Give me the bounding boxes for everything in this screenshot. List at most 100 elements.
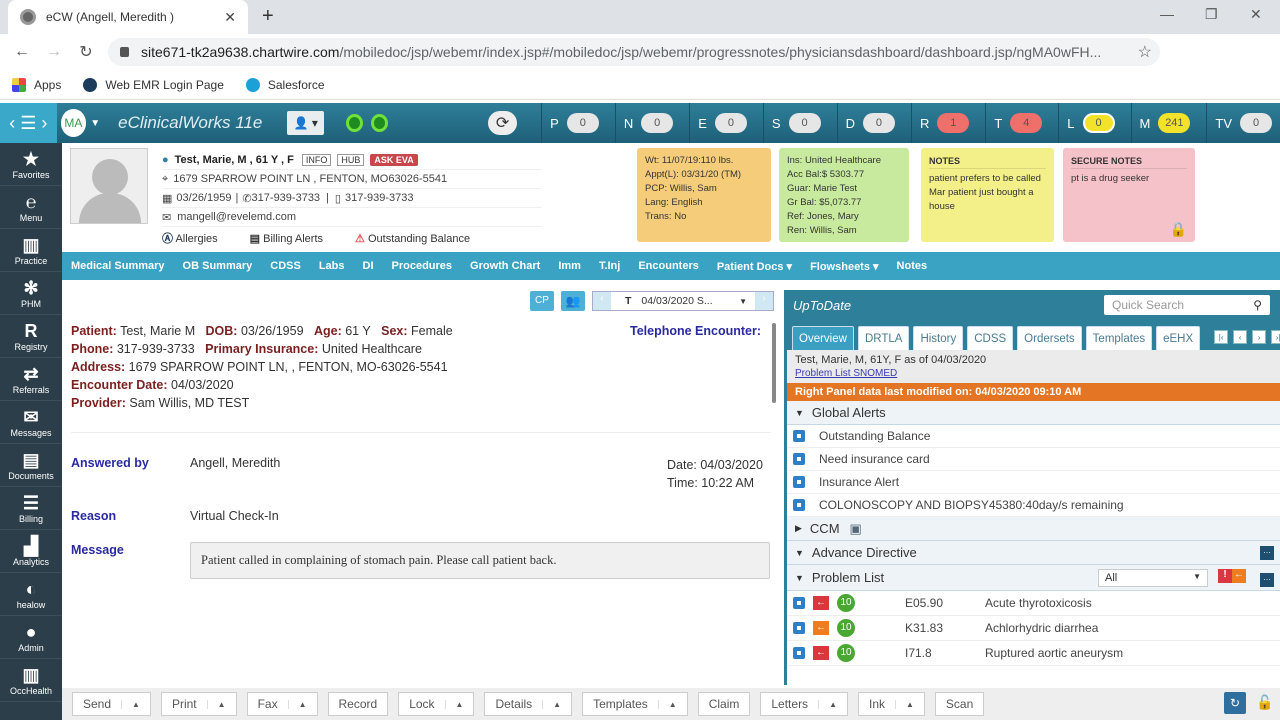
browser-tab[interactable]: eCW (Angell, Meredith ) ✕ bbox=[8, 0, 248, 34]
nav-di[interactable]: DI bbox=[363, 260, 374, 272]
caret-up-icon[interactable]: ▲ bbox=[895, 699, 924, 709]
caret-up-icon[interactable]: ▲ bbox=[542, 699, 571, 709]
arrow-left-icon[interactable]: ← bbox=[813, 621, 829, 635]
scan-button[interactable]: Scan bbox=[934, 692, 985, 716]
prev-encounter-icon[interactable]: ‹ bbox=[593, 292, 611, 310]
send-button[interactable]: Send ▲ bbox=[72, 692, 151, 716]
problem-row[interactable]: ← 10 E05.90 Acute thyrotoxicosis bbox=[787, 591, 1280, 616]
letters-button[interactable]: Letters ▲ bbox=[760, 692, 848, 716]
bookmark-salesforce[interactable]: Salesforce bbox=[245, 77, 325, 92]
caret-up-icon[interactable]: ▲ bbox=[206, 699, 236, 709]
last-icon[interactable]: ›| bbox=[1271, 330, 1280, 344]
bookmark-apps[interactable]: Apps bbox=[12, 77, 61, 92]
cp-button[interactable]: CP bbox=[530, 291, 554, 311]
arrow-left-icon[interactable]: ← bbox=[813, 646, 829, 660]
new-tab-icon[interactable]: + bbox=[262, 5, 274, 28]
ccm-header[interactable]: ▶ CCM ▣ bbox=[787, 517, 1280, 541]
sidebar-item-phm[interactable]: ✻ PHM bbox=[0, 272, 62, 315]
jellybean-tv[interactable]: TV 0 bbox=[1206, 103, 1280, 143]
expand-icon[interactable] bbox=[793, 622, 805, 634]
jellybean-e[interactable]: E0 bbox=[689, 103, 755, 143]
jellybean-m[interactable]: M 241 bbox=[1130, 103, 1199, 143]
hamburger-menu-icon[interactable]: ‹ ☰ › bbox=[0, 103, 57, 143]
more-icon[interactable]: … bbox=[1260, 545, 1274, 560]
tab-overview[interactable]: Overview bbox=[792, 326, 854, 350]
sidebar-item-analytics[interactable]: ▟ Analytics bbox=[0, 530, 62, 573]
caret-up-icon[interactable]: ▲ bbox=[287, 699, 317, 709]
tab-drtla[interactable]: DRTLA bbox=[857, 326, 910, 350]
nav-t-inj[interactable]: T.Inj bbox=[599, 260, 620, 272]
arrow-left-icon[interactable]: ← bbox=[813, 596, 829, 610]
nav-patient-docs[interactable]: Patient Docs ▾ bbox=[717, 260, 792, 273]
next-icon[interactable]: › bbox=[1252, 330, 1267, 344]
tab-ordersets[interactable]: Ordersets bbox=[1017, 326, 1082, 350]
sidebar-item-practice[interactable]: ▥ Practice bbox=[0, 229, 62, 272]
details-button[interactable]: Details ▲ bbox=[484, 692, 573, 716]
outstanding-balance-alert[interactable]: ⚠ Outstanding Balance bbox=[355, 232, 486, 245]
ink-button[interactable]: Ink ▲ bbox=[857, 692, 925, 716]
expand-icon[interactable] bbox=[793, 597, 805, 609]
prev-icon[interactable]: ‹ bbox=[1233, 330, 1248, 344]
arrow-left-icon[interactable]: ← bbox=[1232, 569, 1246, 583]
jellybean-r[interactable]: R1 bbox=[910, 103, 977, 143]
print-button[interactable]: Print ▲ bbox=[160, 692, 237, 716]
bookmark-star-icon[interactable]: ☆ bbox=[1138, 42, 1152, 62]
hub-button[interactable]: HUB bbox=[337, 154, 365, 166]
expand-icon[interactable] bbox=[793, 647, 805, 659]
refresh-button[interactable]: ⟳ bbox=[487, 111, 518, 135]
lock-button[interactable]: Lock ▲ bbox=[398, 692, 475, 716]
jellybean-t[interactable]: T4 bbox=[985, 103, 1050, 143]
fax-button[interactable]: Fax ▲ bbox=[246, 692, 318, 716]
record-button[interactable]: Record bbox=[327, 692, 389, 716]
global-alerts-header[interactable]: ▼ Global Alerts bbox=[787, 401, 1280, 425]
first-icon[interactable]: |‹ bbox=[1214, 330, 1229, 344]
restore-icon[interactable]: ❐ bbox=[1205, 6, 1218, 23]
sidebar-item-menu[interactable]: ℮ Menu bbox=[0, 186, 62, 229]
quick-search-input[interactable]: Quick Search ⚲ bbox=[1104, 295, 1270, 315]
tab-history[interactable]: History bbox=[913, 326, 964, 350]
sidebar-item-admin[interactable]: ● Admin bbox=[0, 616, 62, 659]
close-tab-icon[interactable]: ✕ bbox=[224, 9, 236, 26]
notes-card[interactable]: NOTES patient prefers to be called Mar pa… bbox=[921, 148, 1054, 242]
insurance-card[interactable]: Ins: United Healthcare Acc Bal:$ 5303.77 G… bbox=[779, 148, 909, 242]
unlock-icon[interactable]: 🔓 bbox=[1256, 694, 1273, 711]
patient-email[interactable]: mangell@revelemd.com bbox=[177, 211, 296, 223]
user-dropdown-icon[interactable]: ▼ bbox=[90, 118, 100, 129]
sidebar-item-referrals[interactable]: ⇄ Referrals bbox=[0, 358, 62, 401]
demographics-card[interactable]: Wt: 11/07/19:110 lbs. Appt(L): 03/31/20 (… bbox=[637, 148, 771, 242]
caret-up-icon[interactable]: ▲ bbox=[444, 699, 474, 709]
nav-imm[interactable]: Imm bbox=[558, 260, 581, 272]
templates-button[interactable]: Templates ▲ bbox=[582, 692, 688, 716]
nav-labs[interactable]: Labs bbox=[319, 260, 345, 272]
nav-flowsheets[interactable]: Flowsheets ▾ bbox=[810, 260, 878, 273]
next-encounter-icon[interactable]: › bbox=[755, 292, 773, 310]
minimize-icon[interactable]: — bbox=[1160, 6, 1174, 22]
window-close-icon[interactable]: ✕ bbox=[1250, 6, 1262, 23]
tab-templates[interactable]: Templates bbox=[1085, 326, 1153, 350]
nav-procedures[interactable]: Procedures bbox=[392, 260, 453, 272]
jellybean-d[interactable]: D0 bbox=[836, 103, 903, 143]
caret-up-icon[interactable]: ▲ bbox=[818, 699, 847, 709]
jellybean-n[interactable]: N0 bbox=[614, 103, 681, 143]
claim-button[interactable]: Claim bbox=[697, 692, 751, 716]
refresh-icon[interactable]: ↻ bbox=[1224, 692, 1246, 714]
family-icon[interactable]: 👥 bbox=[561, 291, 585, 311]
billing-alerts[interactable]: ▤ Billing Alerts bbox=[250, 232, 339, 245]
priority-alert-icon[interactable]: ! bbox=[1218, 569, 1232, 583]
global-alert-item[interactable]: Insurance Alert bbox=[787, 471, 1280, 494]
patient-lookup-button[interactable]: 👤 ▾ bbox=[287, 111, 324, 135]
sidebar-item-billing[interactable]: ☰ Billing bbox=[0, 487, 62, 530]
forward-icon[interactable]: → bbox=[38, 43, 70, 61]
reload-icon[interactable]: ↻ bbox=[70, 42, 102, 62]
sidebar-item-documents[interactable]: ▤ Documents bbox=[0, 444, 62, 487]
problem-list-header[interactable]: ▼ Problem List All ▼ ! ← … bbox=[787, 565, 1280, 591]
patient-name[interactable]: Test, Marie, M , 61 Y , F bbox=[175, 154, 294, 166]
jellybean-s[interactable]: S0 bbox=[762, 103, 829, 143]
encounter-selector[interactable]: ‹ T 04/03/2020 S... ▼ › bbox=[592, 291, 774, 311]
advance-directive-header[interactable]: ▼ Advance Directive… bbox=[787, 541, 1280, 565]
jellybean-l[interactable]: L0 bbox=[1058, 103, 1122, 143]
caret-up-icon[interactable]: ▲ bbox=[657, 699, 687, 709]
problem-filter-select[interactable]: All ▼ bbox=[1098, 569, 1208, 587]
back-icon[interactable]: ← bbox=[6, 43, 38, 61]
sidebar-item-healow[interactable]: ◐ healow bbox=[0, 573, 62, 616]
